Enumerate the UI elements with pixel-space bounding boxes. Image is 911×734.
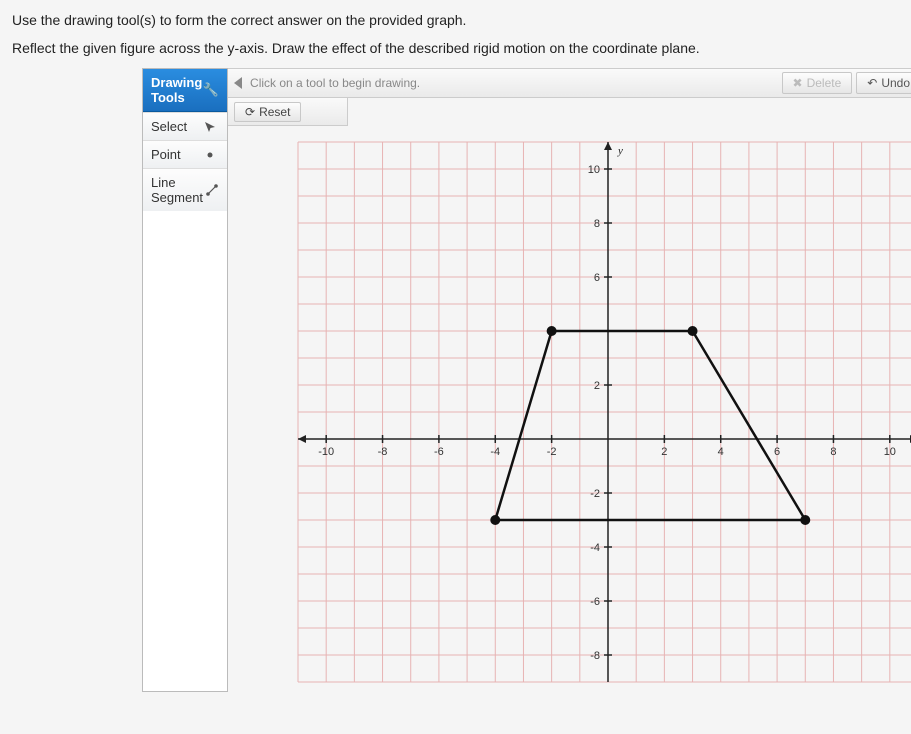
delete-button[interactable]: ✖ Delete: [782, 72, 853, 94]
reset-label: Reset: [259, 105, 290, 119]
tool-header-title: Drawing Tools: [151, 75, 203, 105]
tool-select-label: Select: [151, 119, 187, 134]
svg-text:-2: -2: [547, 446, 557, 458]
svg-text:-8: -8: [378, 446, 388, 458]
svg-text:10: 10: [588, 164, 600, 176]
hint-text: Click on a tool to begin drawing.: [250, 76, 778, 90]
svg-text:10: 10: [884, 446, 896, 458]
coordinate-plane[interactable]: -10-8-6-4-2246810-8-6-4-226810yx: [288, 132, 911, 692]
tool-point-label: Point: [151, 147, 181, 162]
tool-segment-label: Line Segment: [151, 175, 205, 205]
svg-text:6: 6: [774, 446, 780, 458]
segment-icon: [205, 183, 219, 197]
svg-text:-4: -4: [490, 446, 500, 458]
tool-line-segment[interactable]: Line Segment: [143, 168, 227, 211]
undo-icon: ↶: [867, 76, 877, 90]
svg-text:-4: -4: [590, 542, 600, 554]
reset-row: ⟳ Reset: [228, 98, 348, 126]
svg-text:-8: -8: [590, 650, 600, 662]
reset-icon: ⟳: [245, 105, 255, 119]
svg-text:2: 2: [594, 380, 600, 392]
svg-text:2: 2: [661, 446, 667, 458]
point-icon: [203, 148, 219, 162]
tool-list: Drawing Tools 🔧 Select Point Line Segmen…: [142, 68, 228, 692]
svg-text:-6: -6: [590, 596, 600, 608]
undo-label: Undo: [881, 76, 910, 90]
delete-label: Delete: [807, 76, 842, 90]
workspace: Drawing Tools 🔧 Select Point Line Segmen…: [142, 68, 899, 692]
tool-panel: Drawing Tools 🔧 Select Point Line Segmen…: [142, 68, 899, 692]
tool-select[interactable]: Select: [143, 112, 227, 140]
graph[interactable]: -10-8-6-4-2246810-8-6-4-226810yx: [288, 132, 911, 692]
svg-text:-10: -10: [318, 446, 334, 458]
reset-button[interactable]: ⟳ Reset: [234, 102, 301, 122]
collapse-icon[interactable]: [234, 77, 242, 89]
undo-button[interactable]: ↶ Undo: [856, 72, 911, 94]
tool-header: Drawing Tools 🔧: [143, 69, 227, 112]
svg-text:8: 8: [830, 446, 836, 458]
instruction-line-1: Use the drawing tool(s) to form the corr…: [12, 12, 899, 28]
tool-point[interactable]: Point: [143, 140, 227, 168]
canvas-toolbar: Click on a tool to begin drawing. ✖ Dele…: [228, 68, 911, 98]
wrench-icon: 🔧: [203, 82, 219, 98]
canvas-area: Click on a tool to begin drawing. ✖ Dele…: [228, 68, 911, 692]
cursor-icon: [203, 120, 219, 134]
svg-text:6: 6: [594, 272, 600, 284]
svg-text:4: 4: [718, 446, 724, 458]
delete-icon: ✖: [793, 76, 803, 90]
svg-text:-6: -6: [434, 446, 444, 458]
svg-text:8: 8: [594, 218, 600, 230]
instruction-line-2: Reflect the given figure across the y-ax…: [12, 40, 899, 56]
svg-text:-2: -2: [590, 488, 600, 500]
svg-text:y: y: [617, 145, 623, 157]
